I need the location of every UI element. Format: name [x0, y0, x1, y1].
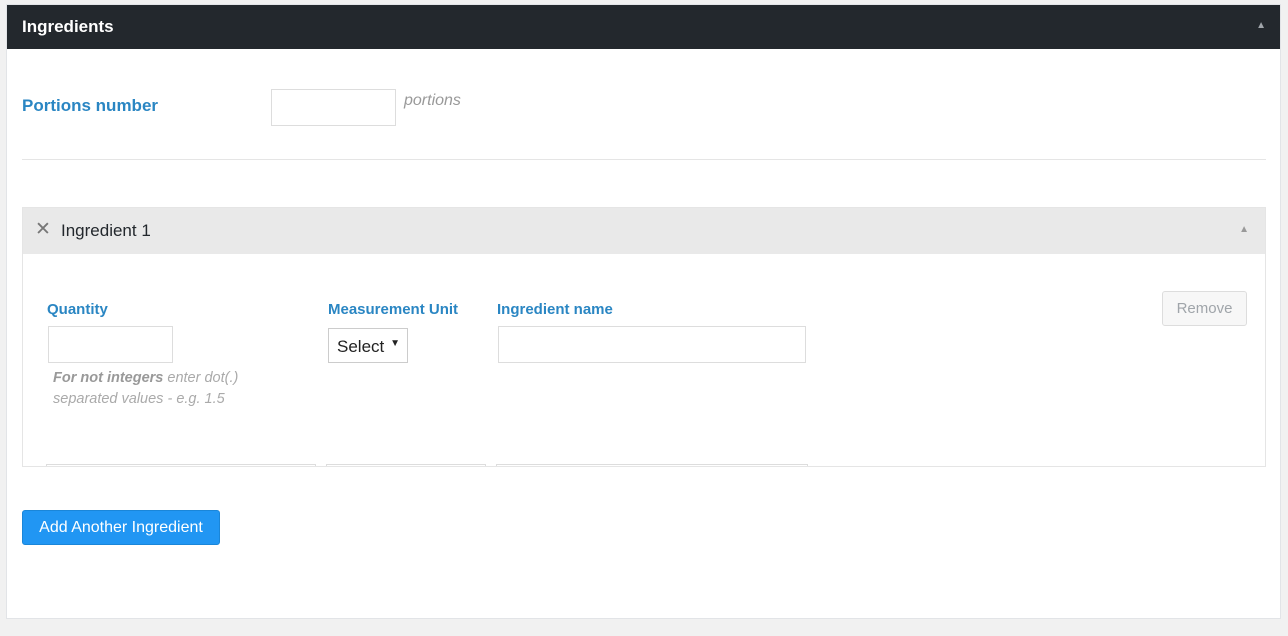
- quantity-help-text: For not integers enter dot(.) separated …: [53, 368, 273, 410]
- panel-title: Ingredients: [22, 17, 114, 36]
- ingredient-name-label: Ingredient name: [497, 301, 613, 318]
- ingredient-name-input[interactable]: [498, 326, 806, 363]
- ingredients-panel: Ingredients ▲ Portions number portions ✕…: [6, 4, 1281, 619]
- ingredient-title: Ingredient 1: [61, 221, 151, 240]
- measurement-unit-select[interactable]: Select ▼: [328, 328, 408, 363]
- dropdown-arrow-icon: ▼: [390, 338, 400, 349]
- ingredient-header[interactable]: ✕ Ingredient 1 ▲: [23, 208, 1265, 254]
- add-ingredient-button[interactable]: Add Another Ingredient: [22, 510, 220, 545]
- panel-header[interactable]: Ingredients ▲: [7, 5, 1280, 49]
- measurement-unit-label: Measurement Unit: [328, 301, 459, 318]
- portions-unit-hint: portions: [404, 92, 461, 109]
- ingredient-collapse-icon[interactable]: ▲: [1239, 224, 1249, 235]
- measurement-unit-value: Select: [337, 337, 385, 356]
- clipped-field-edge: [326, 464, 486, 466]
- quantity-help-bold: For not integers: [53, 370, 164, 386]
- close-icon[interactable]: ✕: [35, 220, 51, 239]
- portions-input[interactable]: [271, 89, 396, 126]
- quantity-label: Quantity: [47, 301, 108, 318]
- portions-label: Portions number: [22, 96, 159, 115]
- clipped-field-edge: [46, 464, 316, 466]
- clipped-field-edge: [496, 464, 808, 466]
- remove-button[interactable]: Remove: [1162, 291, 1247, 326]
- collapse-toggle-icon[interactable]: ▲: [1256, 20, 1266, 31]
- ingredient-row: ✕ Ingredient 1 ▲ Quantity For not intege…: [22, 207, 1266, 467]
- quantity-input[interactable]: [48, 326, 173, 363]
- section-divider: [22, 159, 1266, 160]
